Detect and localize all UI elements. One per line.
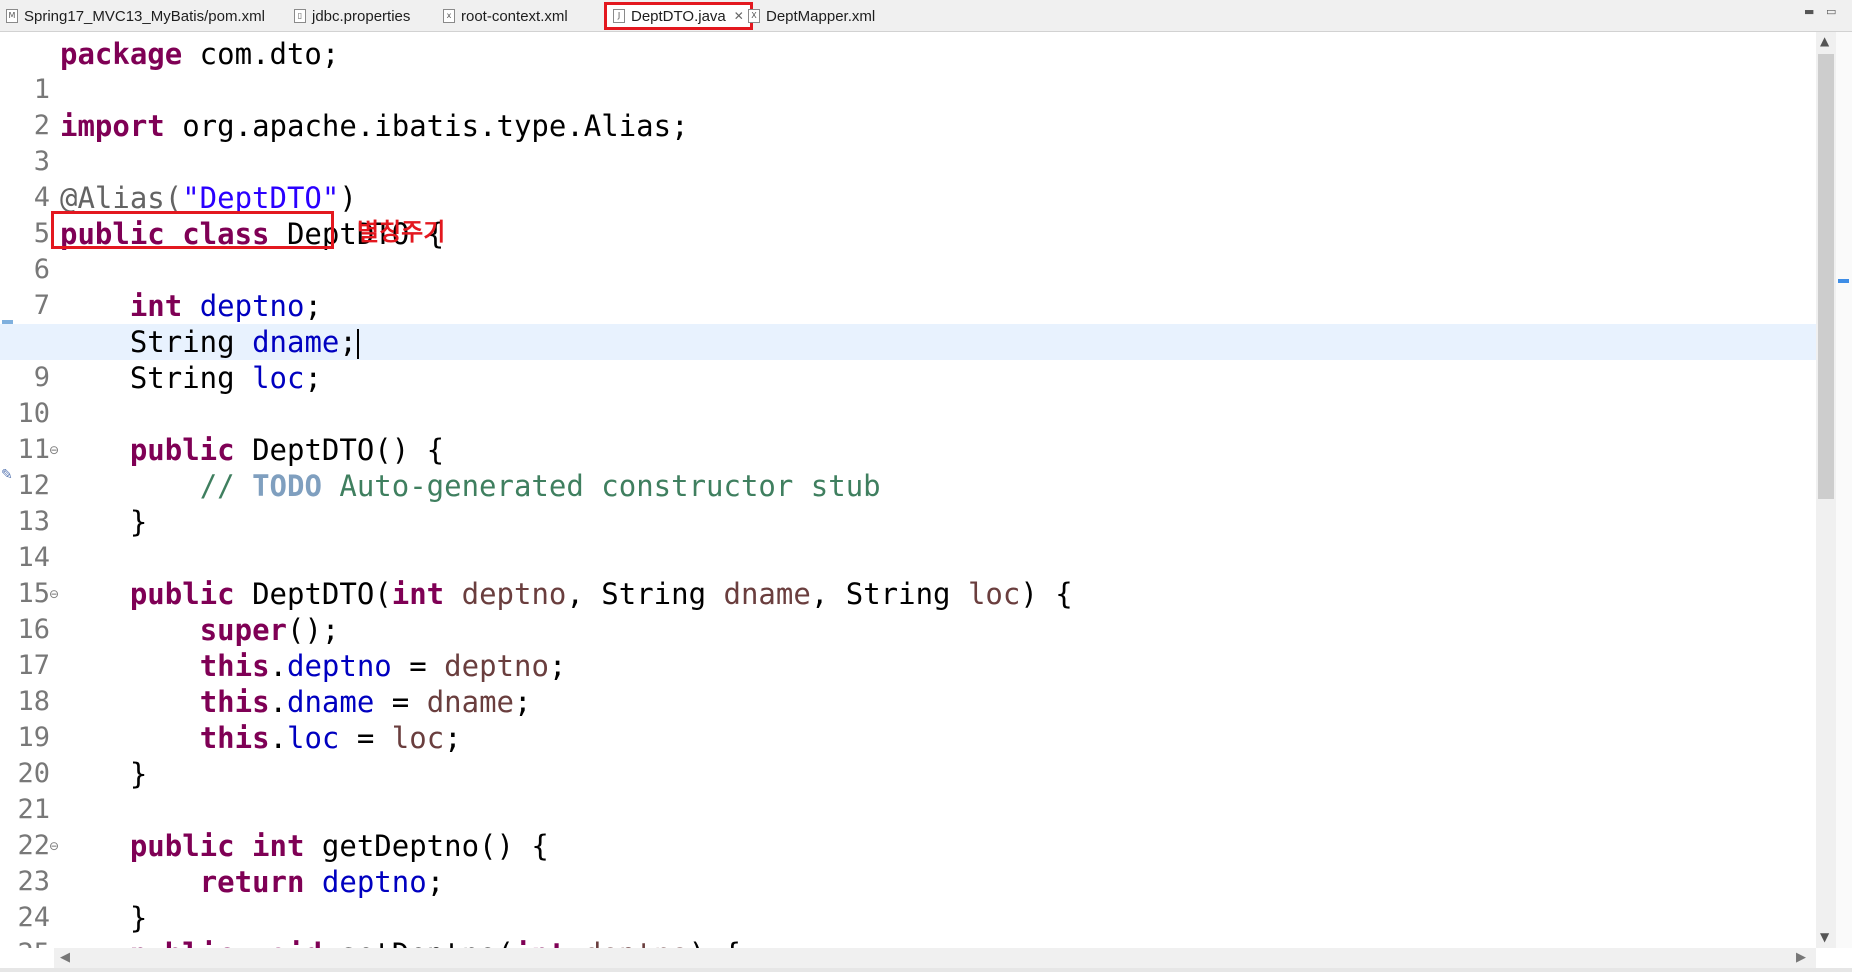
keyword: public bbox=[129, 577, 235, 611]
parameter: dname bbox=[426, 685, 515, 719]
code-line: 19 this.dname = dname; bbox=[0, 684, 1816, 753]
code-editor[interactable]: ✎ 1 package com.dto; 2 3 import org.apac… bbox=[0, 32, 1816, 948]
keyword: int bbox=[129, 289, 183, 323]
field: loc bbox=[252, 361, 305, 395]
code-line: 15 bbox=[0, 540, 1816, 609]
tab-label: DeptMapper.xml bbox=[766, 7, 876, 25]
code-line: 23 ⊖ public int getDeptno() { bbox=[0, 828, 1816, 897]
keyword: int bbox=[391, 577, 445, 611]
code-line: 22 bbox=[0, 792, 1816, 861]
code-line: 12 ⊖ public DeptDTO() { bbox=[0, 432, 1816, 501]
alias-highlight-box bbox=[51, 211, 334, 249]
keyword: this bbox=[199, 649, 270, 683]
overview-ruler[interactable] bbox=[1836, 32, 1852, 948]
current-code-line: 9 String dname; bbox=[0, 324, 1816, 393]
vertical-scroll-thumb[interactable] bbox=[1818, 54, 1834, 499]
java-file-icon: J bbox=[613, 9, 625, 23]
todo-tag: TODO bbox=[252, 469, 322, 503]
code-line: 25 } bbox=[0, 900, 1816, 948]
keyword: public bbox=[129, 433, 235, 467]
code-line: 21 } bbox=[0, 756, 1816, 825]
keyword: super bbox=[199, 613, 287, 647]
keyword: this bbox=[199, 685, 270, 719]
code-line: 24 return deptno; bbox=[0, 864, 1816, 933]
editor-bottom-border bbox=[0, 968, 1852, 972]
parameter: deptno bbox=[444, 649, 549, 683]
code-line: 8 int deptno; bbox=[0, 288, 1816, 357]
code-line: 20 this.loc = loc; bbox=[0, 720, 1816, 789]
vertical-scrollbar[interactable]: ▲ ▼ bbox=[1816, 32, 1836, 948]
keyword: package bbox=[60, 37, 183, 71]
field: deptno bbox=[321, 865, 427, 899]
code-line: 7 bbox=[0, 252, 1816, 321]
tab-deptdto-java[interactable]: J DeptDTO.java ✕ bbox=[604, 2, 753, 30]
scroll-down-arrow-icon[interactable]: ▼ bbox=[1820, 930, 1829, 944]
comment: // bbox=[199, 469, 253, 503]
string-literal: "DeptDTO" bbox=[182, 181, 340, 215]
code-line: 3 import org.apache.ibatis.type.Alias; bbox=[0, 108, 1816, 177]
field: deptno bbox=[199, 289, 305, 323]
tab-label: Spring17_MVC13_MyBatis/pom.xml bbox=[24, 7, 265, 25]
code-line: 26 public void setDeptno(int deptno) { bbox=[0, 936, 1816, 948]
scroll-left-arrow-icon[interactable]: ◀ bbox=[60, 950, 70, 965]
code-line: 10 String loc; bbox=[0, 360, 1816, 429]
comment: Auto-generated constructor stub bbox=[321, 469, 881, 503]
fold-collapse-icon[interactable]: ⊖ bbox=[49, 576, 59, 612]
code-line: 11 bbox=[0, 396, 1816, 465]
tab-pom-xml[interactable]: M Spring17_MVC13_MyBatis/pom.xml bbox=[6, 3, 265, 29]
code-line: 18 this.deptno = deptno; bbox=[0, 648, 1816, 717]
properties-file-icon: ▯ bbox=[294, 9, 306, 23]
field: loc bbox=[287, 721, 340, 755]
annotation: @Alias( bbox=[60, 181, 183, 215]
editor-tab-bar: M Spring17_MVC13_MyBatis/pom.xml ▯ jdbc.… bbox=[0, 0, 1852, 32]
scroll-right-arrow-icon[interactable]: ▶ bbox=[1796, 950, 1806, 965]
parameter: deptno bbox=[461, 577, 567, 611]
code-line: 4 bbox=[0, 144, 1816, 213]
code-line: 17 super(); bbox=[0, 612, 1816, 681]
code-line: 16 ⊖ public DeptDTO(int deptno, String d… bbox=[0, 576, 1816, 645]
keyword: return bbox=[199, 865, 305, 899]
code-line: 1 package com.dto; bbox=[0, 36, 1816, 105]
tab-deptmapper-xml[interactable]: X DeptMapper.xml bbox=[748, 3, 875, 29]
minimize-icon[interactable]: ▬ bbox=[1804, 5, 1814, 18]
tab-root-context-xml[interactable]: x root-context.xml bbox=[443, 3, 568, 29]
keyword: public int bbox=[129, 829, 305, 863]
field: deptno bbox=[287, 649, 392, 683]
parameter: deptno bbox=[584, 937, 689, 948]
maximize-icon[interactable]: ▭ bbox=[1826, 5, 1836, 18]
keyword: import bbox=[60, 109, 165, 143]
overview-marker[interactable] bbox=[1838, 279, 1849, 283]
code-line: 2 bbox=[0, 72, 1816, 141]
keyword: this bbox=[199, 721, 270, 755]
maven-file-icon: M bbox=[6, 9, 18, 23]
parameter: loc bbox=[967, 577, 1021, 611]
keyword: public void bbox=[130, 937, 322, 948]
text-caret bbox=[356, 329, 359, 359]
xml-file-icon: X bbox=[748, 9, 760, 23]
close-tab-icon[interactable]: ✕ bbox=[734, 9, 744, 23]
xml-file-icon: x bbox=[443, 9, 455, 23]
code-line: 14 } bbox=[0, 504, 1816, 573]
horizontal-scrollbar[interactable]: ◀ ▶ bbox=[54, 948, 1816, 968]
fold-collapse-icon[interactable]: ⊖ bbox=[49, 432, 59, 468]
tab-label: DeptDTO.java bbox=[631, 7, 726, 25]
code-line: 13 // TODO Auto-generated constructor st… bbox=[0, 468, 1816, 537]
field: dname bbox=[252, 325, 340, 359]
parameter: loc bbox=[391, 721, 445, 755]
tab-jdbc-properties[interactable]: ▯ jdbc.properties bbox=[294, 3, 410, 29]
tab-label: jdbc.properties bbox=[312, 7, 411, 25]
alias-note-label: 별칭주기 bbox=[357, 218, 446, 246]
fold-collapse-icon[interactable]: ⊖ bbox=[49, 828, 59, 864]
field: dname bbox=[287, 685, 375, 719]
keyword: int bbox=[514, 937, 566, 948]
tab-label: root-context.xml bbox=[461, 7, 568, 25]
scroll-up-arrow-icon[interactable]: ▲ bbox=[1820, 34, 1829, 48]
code-lines: 1 package com.dto; 2 3 import org.apache… bbox=[0, 36, 1816, 948]
parameter: dname bbox=[723, 577, 811, 611]
